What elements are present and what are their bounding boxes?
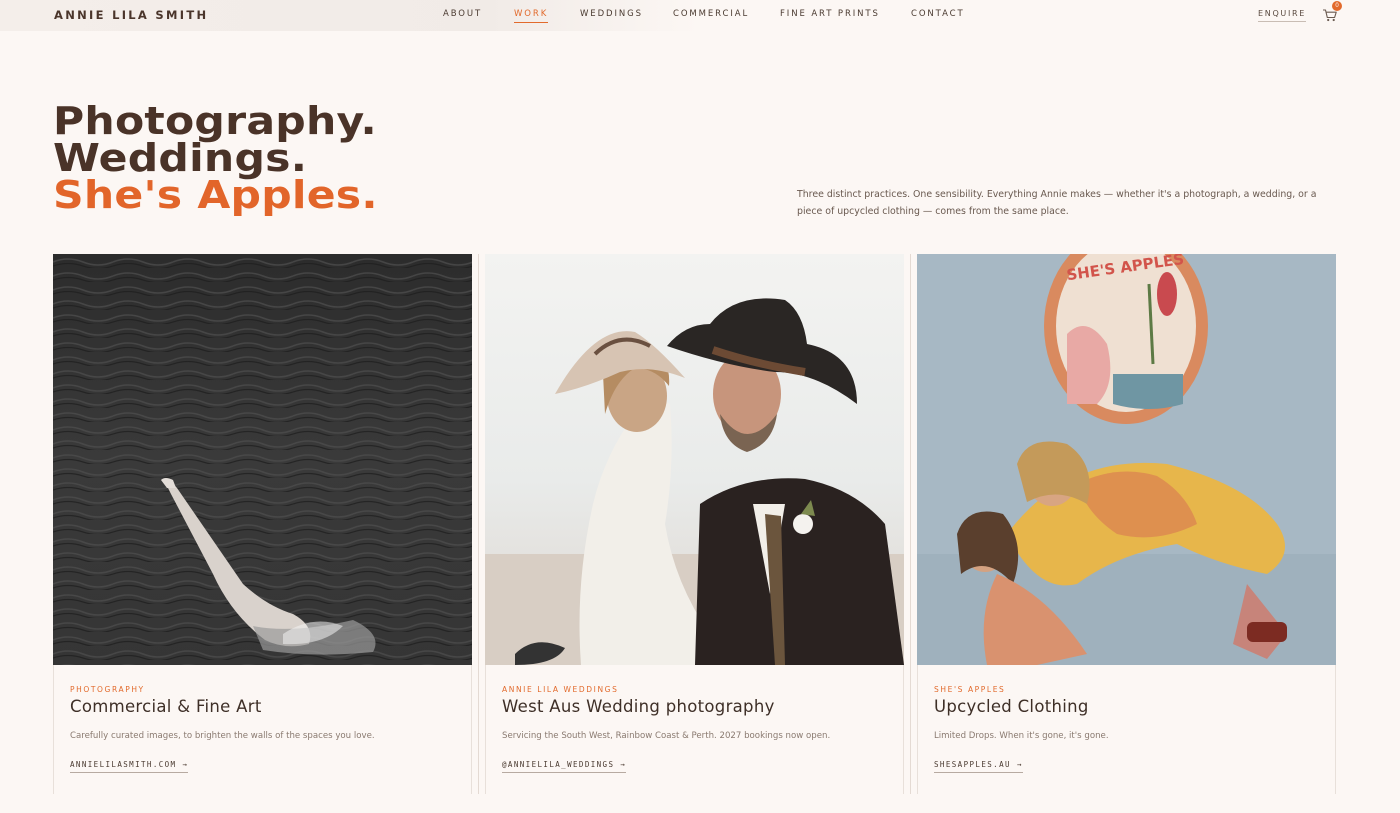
swimmer-photo-image <box>53 254 472 665</box>
clothing-photo-image: SHE'S APPLES <box>917 254 1336 665</box>
nav-fine-art-prints[interactable]: FINE ART PRINTS <box>780 9 880 19</box>
card-divider <box>910 254 911 794</box>
hero-line-shes-apples: She's Apples. <box>53 173 378 217</box>
card-description: Carefully curated images, to brighten th… <box>70 731 375 741</box>
card-title[interactable]: Upcycled Clothing <box>934 697 1089 716</box>
hero-heading: Photography. Weddings. She's Apples. <box>53 102 378 214</box>
card-eyebrow: SHE'S APPLES <box>934 685 1006 694</box>
nav-work[interactable]: WORK <box>514 9 549 23</box>
nav-weddings[interactable]: WEDDINGS <box>580 9 643 19</box>
card-description: Servicing the South West, Rainbow Coast … <box>502 731 831 741</box>
card-body: ANNIE LILA WEDDINGS West Aus Wedding pho… <box>485 665 904 794</box>
hero-intro: Three distinct practices. One sensibilit… <box>797 189 1317 217</box>
card-body: SHE'S APPLES Upcycled Clothing Limited D… <box>917 665 1336 794</box>
hero-line-photography: Photography. <box>53 99 377 143</box>
card-title[interactable]: West Aus Wedding photography <box>502 697 775 716</box>
card-shes-apples[interactable]: SHE'S APPLES SHE'S APPLES Upcycled Cloth… <box>917 254 1336 794</box>
card-body: PHOTOGRAPHY Commercial & Fine Art Carefu… <box>53 665 472 794</box>
card-photography[interactable]: PHOTOGRAPHY Commercial & Fine Art Carefu… <box>53 254 472 794</box>
main-nav: ABOUT WORK WEDDINGS COMMERCIAL FINE ART … <box>0 9 1400 25</box>
annielilasmith-link[interactable]: ANNIELILASMITH.COM → <box>70 760 189 773</box>
cart-count-badge: 0 <box>1332 1 1342 11</box>
wedding-photo-image <box>485 254 904 665</box>
card-weddings[interactable]: ANNIE LILA WEDDINGS West Aus Wedding pho… <box>485 254 904 794</box>
card-photo-swimmer[interactable] <box>53 254 472 665</box>
card-description: Limited Drops. When it's gone, it's gone… <box>934 731 1109 741</box>
annielila-weddings-link[interactable]: @ANNIELILA_WEDDINGS → <box>502 760 627 773</box>
card-eyebrow: PHOTOGRAPHY <box>70 685 145 694</box>
site-header: ANNIE LILA SMITH ABOUT WORK WEDDINGS COM… <box>0 0 1400 31</box>
shesapples-link[interactable]: SHESAPPLES.AU → <box>934 760 1023 773</box>
card-photo-upcycled-clothing[interactable]: SHE'S APPLES <box>917 254 1336 665</box>
enquire-link[interactable]: ENQUIRE <box>1258 9 1307 22</box>
nav-commercial[interactable]: COMMERCIAL <box>673 9 749 19</box>
nav-about[interactable]: ABOUT <box>443 9 482 19</box>
card-title[interactable]: Commercial & Fine Art <box>70 697 262 716</box>
card-divider <box>478 254 479 794</box>
hero-line-weddings: Weddings. <box>53 136 308 180</box>
nav-contact[interactable]: CONTACT <box>911 9 965 19</box>
card-eyebrow: ANNIE LILA WEDDINGS <box>502 685 619 694</box>
card-photo-wedding-couple[interactable] <box>485 254 904 665</box>
